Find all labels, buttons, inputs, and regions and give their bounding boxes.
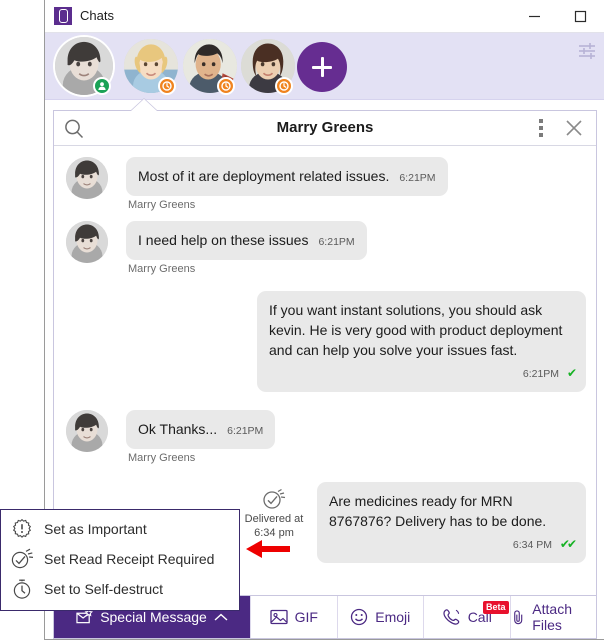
important-burst-icon xyxy=(11,518,33,540)
gif-image-icon xyxy=(269,609,288,625)
paperclip-icon xyxy=(513,610,522,625)
message-bubble: If you want instant solutions, you shoul… xyxy=(257,291,586,392)
gif-label: GIF xyxy=(294,609,318,625)
message-bubble: Are medicines ready for MRN 8767876? Del… xyxy=(317,482,586,563)
menu-item-label: Set as Important xyxy=(44,521,147,537)
status-badge-away xyxy=(217,77,235,95)
sliders-icon[interactable] xyxy=(575,38,599,62)
delivered-label: Delivered at xyxy=(244,513,304,525)
message-time: 6:21PM xyxy=(399,172,436,184)
menu-item-set-read-receipt-required[interactable]: Set Read Receipt Required xyxy=(1,544,239,574)
beta-badge: Beta xyxy=(482,601,509,614)
status-badge-away xyxy=(158,77,176,95)
call-button[interactable]: Call Beta xyxy=(423,596,510,638)
clock-badge-icon xyxy=(279,81,289,91)
chevron-up-icon xyxy=(214,613,228,621)
red-left-arrow xyxy=(246,538,290,560)
read-receipt-icon xyxy=(11,548,34,570)
contacts-bar xyxy=(45,33,604,100)
message-sender: Marry Greens xyxy=(128,452,196,464)
message-row: Most of it are deployment related issues… xyxy=(54,157,596,211)
message-text: Most of it are deployment related issues… xyxy=(138,168,390,184)
status-badge-online xyxy=(93,77,111,95)
single-check-icon: ✔ xyxy=(566,366,577,380)
message-time: 6:34 PM xyxy=(512,539,552,551)
gif-button[interactable]: GIF xyxy=(250,596,337,638)
message-text: I need help on these issues xyxy=(138,232,309,248)
message-bubble: Ok Thanks... 6:21PM xyxy=(126,410,276,449)
menu-item-label: Set Read Receipt Required xyxy=(44,551,215,567)
message-row: If you want instant solutions, you shoul… xyxy=(54,291,596,392)
message-bubble: Most of it are deployment related issues… xyxy=(126,157,448,196)
close-chat-button[interactable] xyxy=(564,118,586,140)
avatar xyxy=(66,221,108,263)
message-sender: Marry Greens xyxy=(128,199,196,211)
special-message-label: Special Message xyxy=(100,609,207,625)
message-row: Ok Thanks... 6:21PM Marry Greens xyxy=(54,410,596,464)
app-logo-icon xyxy=(54,7,72,25)
special-message-menu[interactable]: Set as Important Set Read Receipt Requir… xyxy=(0,509,240,611)
message-time: 6:21PM xyxy=(227,425,264,437)
attach-files-button[interactable]: Attach Files xyxy=(509,596,597,638)
double-check-icon: ✔✔ xyxy=(559,537,577,551)
maximize-button[interactable] xyxy=(557,0,603,32)
chat-title: Marry Greens xyxy=(276,119,374,136)
emoji-label: Emoji xyxy=(375,609,411,625)
arrow-left-icon xyxy=(246,540,290,558)
message-time: 6:21PM xyxy=(318,236,355,248)
avatar-photo xyxy=(66,410,108,452)
message-row: I need help on these issues 6:21PM Marry … xyxy=(54,221,596,275)
smiley-icon xyxy=(351,608,368,626)
minimize-button[interactable] xyxy=(511,0,557,32)
chat-header: Marry Greens xyxy=(54,111,596,146)
avatar-photo xyxy=(66,157,108,199)
chat-panel-caret xyxy=(131,99,157,111)
avatar-photo xyxy=(66,221,108,263)
delivery-receipt: Delivered at 6:34 pm xyxy=(237,482,311,540)
attach-files-label: Attach Files xyxy=(532,601,572,633)
menu-item-set-as-important[interactable]: Set as Important xyxy=(1,514,239,544)
avatar xyxy=(66,410,108,452)
message-text: If you want instant solutions, you shoul… xyxy=(269,302,563,358)
menu-item-label: Set to Self-destruct xyxy=(44,581,164,597)
message-text: Are medicines ready for MRN 8767876? Del… xyxy=(329,493,547,529)
kebab-menu-icon[interactable] xyxy=(532,119,550,139)
emoji-button[interactable]: Emoji xyxy=(336,596,424,638)
add-chat-button[interactable] xyxy=(297,42,347,92)
read-receipt-icon xyxy=(263,488,286,509)
message-text: Ok Thanks... xyxy=(138,421,218,437)
person-badge-icon xyxy=(98,82,106,90)
clock-badge-icon xyxy=(221,81,231,91)
title-bar: Chats xyxy=(45,0,604,33)
avatar xyxy=(66,157,108,199)
envelope-star-icon xyxy=(76,609,94,624)
window-title: Chats xyxy=(80,8,114,23)
message-bubble: I need help on these issues 6:21PM xyxy=(126,221,367,260)
message-sender: Marry Greens xyxy=(128,263,196,275)
clock-badge-icon xyxy=(162,81,172,91)
minimize-icon xyxy=(528,15,540,17)
phone-icon xyxy=(443,609,459,625)
status-badge-away xyxy=(275,77,293,95)
menu-item-set-to-self-destruct[interactable]: Set to Self-destruct xyxy=(1,574,239,604)
stopwatch-icon xyxy=(11,578,33,600)
close-icon xyxy=(566,120,582,136)
maximize-icon xyxy=(574,10,586,22)
message-time: 6:21PM xyxy=(522,368,560,380)
